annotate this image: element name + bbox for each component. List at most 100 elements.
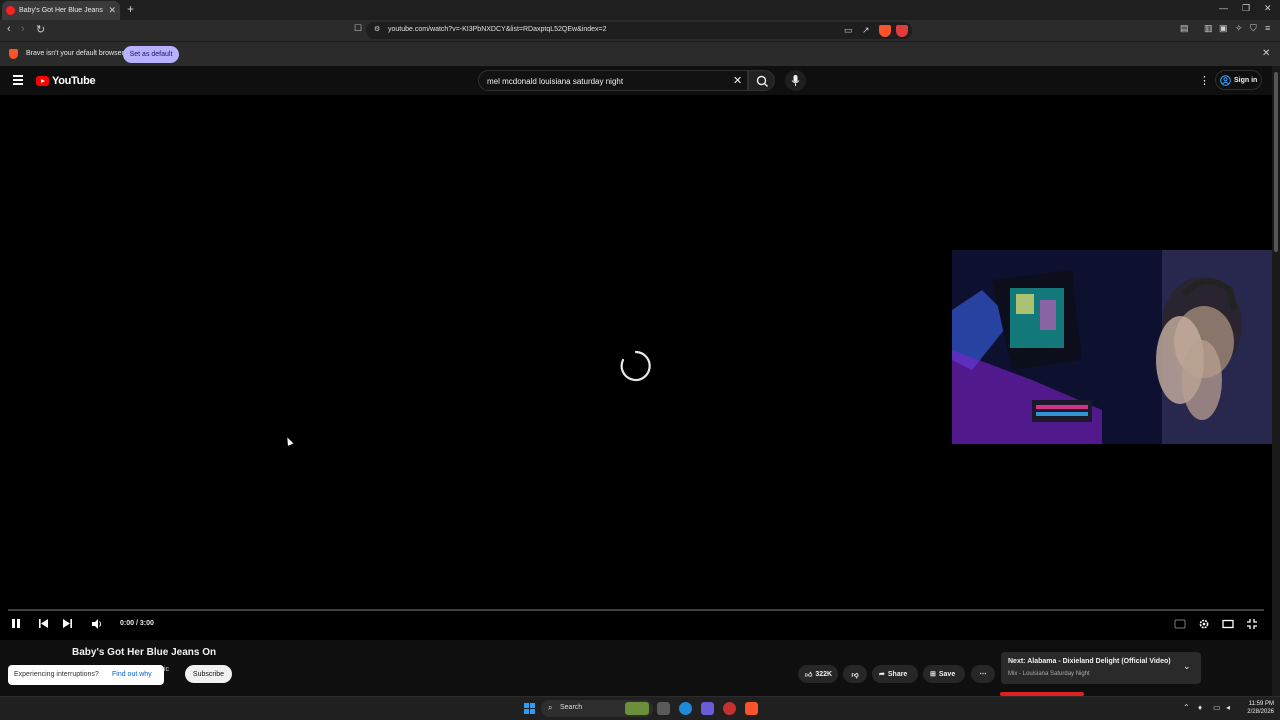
share-button[interactable]: ➦ Share xyxy=(872,665,918,683)
captions-icon[interactable] xyxy=(1174,618,1186,630)
media-icon[interactable]: ▤ xyxy=(1180,23,1189,34)
clear-search-icon[interactable]: ✕ xyxy=(733,74,742,87)
subscribe-button[interactable]: Subscribe xyxy=(185,665,232,683)
sign-in-button[interactable]: Sign in xyxy=(1215,70,1262,90)
search-highlight-icon xyxy=(625,702,649,715)
sidebar-icon[interactable]: ▥ xyxy=(1204,23,1213,34)
tray-overflow-icon[interactable]: ⌃ xyxy=(1183,703,1190,712)
speaker-icon[interactable]: ◂ xyxy=(1226,703,1230,712)
bookmark-icon[interactable]: ☐ xyxy=(354,23,362,34)
brave-shields-icon[interactable] xyxy=(879,25,891,37)
like-count: 322K xyxy=(815,670,833,678)
next-icon[interactable] xyxy=(62,618,73,630)
channel-name-fragment[interactable]: ic xyxy=(164,666,169,673)
brave-rewards-icon[interactable] xyxy=(896,25,908,37)
wallet-icon[interactable]: ▣ xyxy=(1219,23,1228,34)
fullscreen-exit-icon[interactable] xyxy=(1246,618,1258,630)
save-button[interactable]: ⊞ Save xyxy=(923,665,965,683)
save-playlist-icon: ⊞ xyxy=(930,671,936,678)
search-icon xyxy=(756,75,768,87)
windows-start-icon[interactable] xyxy=(524,703,535,714)
microphone-icon xyxy=(791,75,800,86)
like-button[interactable]: 👍︎ 322K xyxy=(798,665,838,683)
browser-tab[interactable]: Baby's Got Her Blue Jeans On - Y ✕ xyxy=(2,1,120,20)
taskbar-search-label: Search xyxy=(560,704,583,711)
interruptions-toast: Experiencing interruptions? Find out why xyxy=(8,665,164,685)
reload-icon[interactable]: ↻ xyxy=(36,23,45,36)
extensions-icon[interactable]: ✧ xyxy=(1235,23,1243,34)
back-icon[interactable]: ‹ xyxy=(7,23,11,35)
taskbar-search-icon: ⌕ xyxy=(548,703,553,712)
menu-icon[interactable]: ≡ xyxy=(1265,23,1270,33)
forward-icon[interactable]: › xyxy=(21,23,25,35)
previous-icon[interactable] xyxy=(38,618,49,630)
sign-in-label: Sign in xyxy=(1234,76,1258,84)
search-query-text: mel mcdonald louisiana saturday night xyxy=(487,77,624,86)
loading-spinner-icon xyxy=(620,350,651,382)
search-button[interactable] xyxy=(748,70,775,91)
next-up-playlist: Mix - Louisiana Saturday Night xyxy=(1008,671,1090,677)
webcam-feed-image xyxy=(952,250,1280,444)
thumbs-down-icon: 👎︎ xyxy=(851,671,859,679)
site-info-icon[interactable]: ⚙ xyxy=(374,25,380,33)
guide-menu-icon[interactable] xyxy=(13,75,23,85)
youtube-logo[interactable]: YouTube xyxy=(36,75,96,87)
taskbar-search[interactable]: ⌕ Search xyxy=(541,700,653,717)
clock-date: 2/28/2026 xyxy=(1247,709,1274,715)
address-bar-row: ‹ › ↻ ☐ ⚙ youtube.com/watch?v=-KI3PbNXDC… xyxy=(0,20,1280,41)
find-out-why-link[interactable]: Find out why xyxy=(112,671,152,678)
interruptions-question: Experiencing interruptions? xyxy=(14,671,99,678)
tab-title: Baby's Got Her Blue Jeans On - Y xyxy=(19,7,104,14)
default-browser-infobar: Brave isn't your default browser Set as … xyxy=(0,41,1280,66)
player-controls: 0:00 / 3:00 xyxy=(0,615,1272,635)
next-up-title: Next: Alabama - Dixieland Delight (Offic… xyxy=(1008,658,1171,665)
share-page-icon[interactable]: ↗ xyxy=(862,25,870,36)
vpn-icon[interactable]: ⛉ xyxy=(1250,23,1257,34)
volume-icon[interactable] xyxy=(91,618,103,630)
share-label: Share xyxy=(887,670,908,678)
chevron-down-icon[interactable]: ⌄ xyxy=(1183,661,1191,672)
clock-time: 11:59 PM xyxy=(1248,701,1274,707)
settings-gear-icon[interactable] xyxy=(1198,618,1210,630)
window-close-icon[interactable]: ✕ xyxy=(1264,3,1272,14)
task-view-icon[interactable] xyxy=(657,702,670,715)
restore-icon[interactable]: ❐ xyxy=(1242,3,1250,14)
settings-more-icon[interactable]: ⋮ xyxy=(1199,74,1210,87)
system-clock[interactable]: 11:59 PM 2/28/2026 xyxy=(1240,700,1274,716)
youtube-favicon-icon xyxy=(6,6,15,15)
edge-icon[interactable] xyxy=(679,702,692,715)
video-info-section: Baby's Got Her Blue Jeans On ic Experien… xyxy=(0,640,1272,696)
more-actions-button[interactable]: ⋯ xyxy=(971,665,995,683)
picture-in-picture-icon[interactable]: ▭ xyxy=(844,25,853,36)
pause-icon[interactable] xyxy=(11,618,21,630)
microphone-tray-icon[interactable]: ♦ xyxy=(1198,703,1202,712)
dislike-button[interactable]: 👎︎ xyxy=(843,665,867,683)
page-scrollbar-thumb[interactable] xyxy=(1274,72,1278,252)
new-tab-icon[interactable]: + xyxy=(127,2,134,16)
url-field[interactable]: ⚙ youtube.com/watch?v=-KI3PbNXDCY&list=R… xyxy=(366,22,912,39)
next-up-card[interactable]: Next: Alabama - Dixieland Delight (Offic… xyxy=(1001,652,1201,684)
more-horizontal-icon: ⋯ xyxy=(979,671,987,678)
brave-taskbar-icon[interactable] xyxy=(745,702,758,715)
share-arrow-icon: ➦ xyxy=(879,671,885,678)
video-player[interactable]: 0:00 / 3:00 xyxy=(0,95,1280,640)
network-icon[interactable]: ▭ xyxy=(1213,703,1221,712)
youtube-logo-text: YouTube xyxy=(52,75,96,87)
time-display: 0:00 / 3:00 xyxy=(120,620,154,627)
chrome-icon[interactable] xyxy=(723,702,736,715)
set-as-default-button[interactable]: Set as default xyxy=(123,46,179,63)
browser-tab-strip: Baby's Got Her Blue Jeans On - Y ✕ + — ❐… xyxy=(0,0,1280,20)
voice-search-button[interactable] xyxy=(785,70,806,91)
tab-close-icon[interactable]: ✕ xyxy=(108,5,116,16)
youtube-header: YouTube mel mcdonald louisiana saturday … xyxy=(0,66,1272,95)
minimize-icon[interactable]: — xyxy=(1219,3,1228,13)
save-label: Save xyxy=(938,670,956,678)
infobar-text: Brave isn't your default browser xyxy=(26,50,124,57)
infobar-close-icon[interactable]: ✕ xyxy=(1262,48,1270,59)
discord-icon[interactable] xyxy=(701,702,714,715)
url-text: youtube.com/watch?v=-KI3PbNXDCY&list=RDa… xyxy=(388,26,607,33)
theater-mode-icon[interactable] xyxy=(1222,618,1234,630)
video-title: Baby's Got Her Blue Jeans On xyxy=(72,647,217,658)
progress-bar[interactable] xyxy=(8,609,1264,611)
search-input[interactable]: mel mcdonald louisiana saturday night ✕ xyxy=(478,70,748,91)
